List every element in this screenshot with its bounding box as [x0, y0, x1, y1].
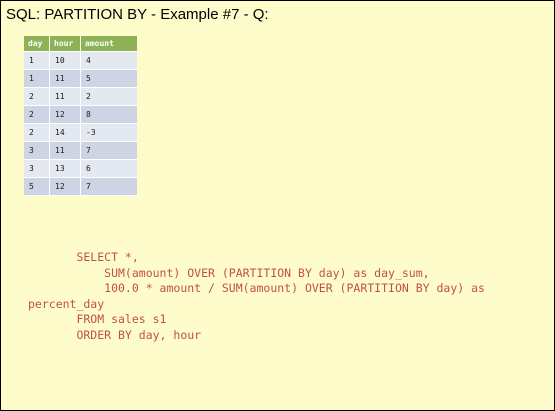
code-line: percent_day: [28, 296, 105, 311]
cell-day: 1: [24, 69, 50, 88]
column-header-day: day: [24, 36, 50, 52]
cell-day: 3: [24, 159, 50, 178]
code-line: FROM sales s1: [28, 312, 167, 326]
cell-day: 3: [24, 141, 50, 160]
table-row: 1 10 4: [24, 51, 137, 70]
cell-day: 2: [24, 123, 50, 142]
cell-hour: 13: [49, 159, 81, 178]
code-line: SUM(amount) OVER (PARTITION BY day) as d…: [28, 265, 430, 280]
cell-day: 2: [24, 105, 50, 124]
sql-code-block: SELECT *, SUM(amount) OVER (PARTITION BY…: [28, 250, 485, 343]
cell-amount: -3: [80, 123, 137, 142]
column-header-amount: amount: [80, 36, 137, 52]
cell-amount: 7: [80, 177, 137, 196]
cell-amount: 7: [80, 141, 137, 160]
code-line: SELECT *,: [28, 250, 139, 264]
sales-table: day hour amount 1 10 4 1 11 5 2 11 2 2 1…: [24, 36, 137, 196]
table-row: 1 11 5: [24, 69, 137, 88]
slide-title: SQL: PARTITION BY - Example #7 - Q:: [6, 6, 269, 23]
cell-amount: 2: [80, 87, 137, 106]
column-header-hour: hour: [49, 36, 81, 52]
cell-hour: 14: [49, 123, 81, 142]
cell-day: 5: [24, 177, 50, 196]
code-line: 100.0 * amount / SUM(amount) OVER (PARTI…: [28, 281, 485, 295]
cell-hour: 12: [49, 105, 81, 124]
cell-hour: 11: [49, 141, 81, 160]
table-row: 3 11 7: [24, 141, 137, 160]
table-row: 2 11 2: [24, 87, 137, 106]
table-row: 2 14 -3: [24, 123, 137, 142]
cell-amount: 5: [80, 69, 137, 88]
table-row: 3 13 6: [24, 159, 137, 178]
cell-hour: 12: [49, 177, 81, 196]
cell-day: 1: [24, 51, 50, 70]
code-line: ORDER BY day, hour: [28, 327, 202, 342]
table-header-row: day hour amount: [24, 36, 137, 52]
cell-hour: 11: [49, 69, 81, 88]
cell-amount: 6: [80, 159, 137, 178]
cell-day: 2: [24, 87, 50, 106]
cell-hour: 10: [49, 51, 81, 70]
slide: SQL: PARTITION BY - Example #7 - Q: day …: [0, 0, 555, 411]
table-row: 2 12 8: [24, 105, 137, 124]
table-row: 5 12 7: [24, 177, 137, 196]
cell-amount: 4: [80, 51, 137, 70]
cell-hour: 11: [49, 87, 81, 106]
cell-amount: 8: [80, 105, 137, 124]
